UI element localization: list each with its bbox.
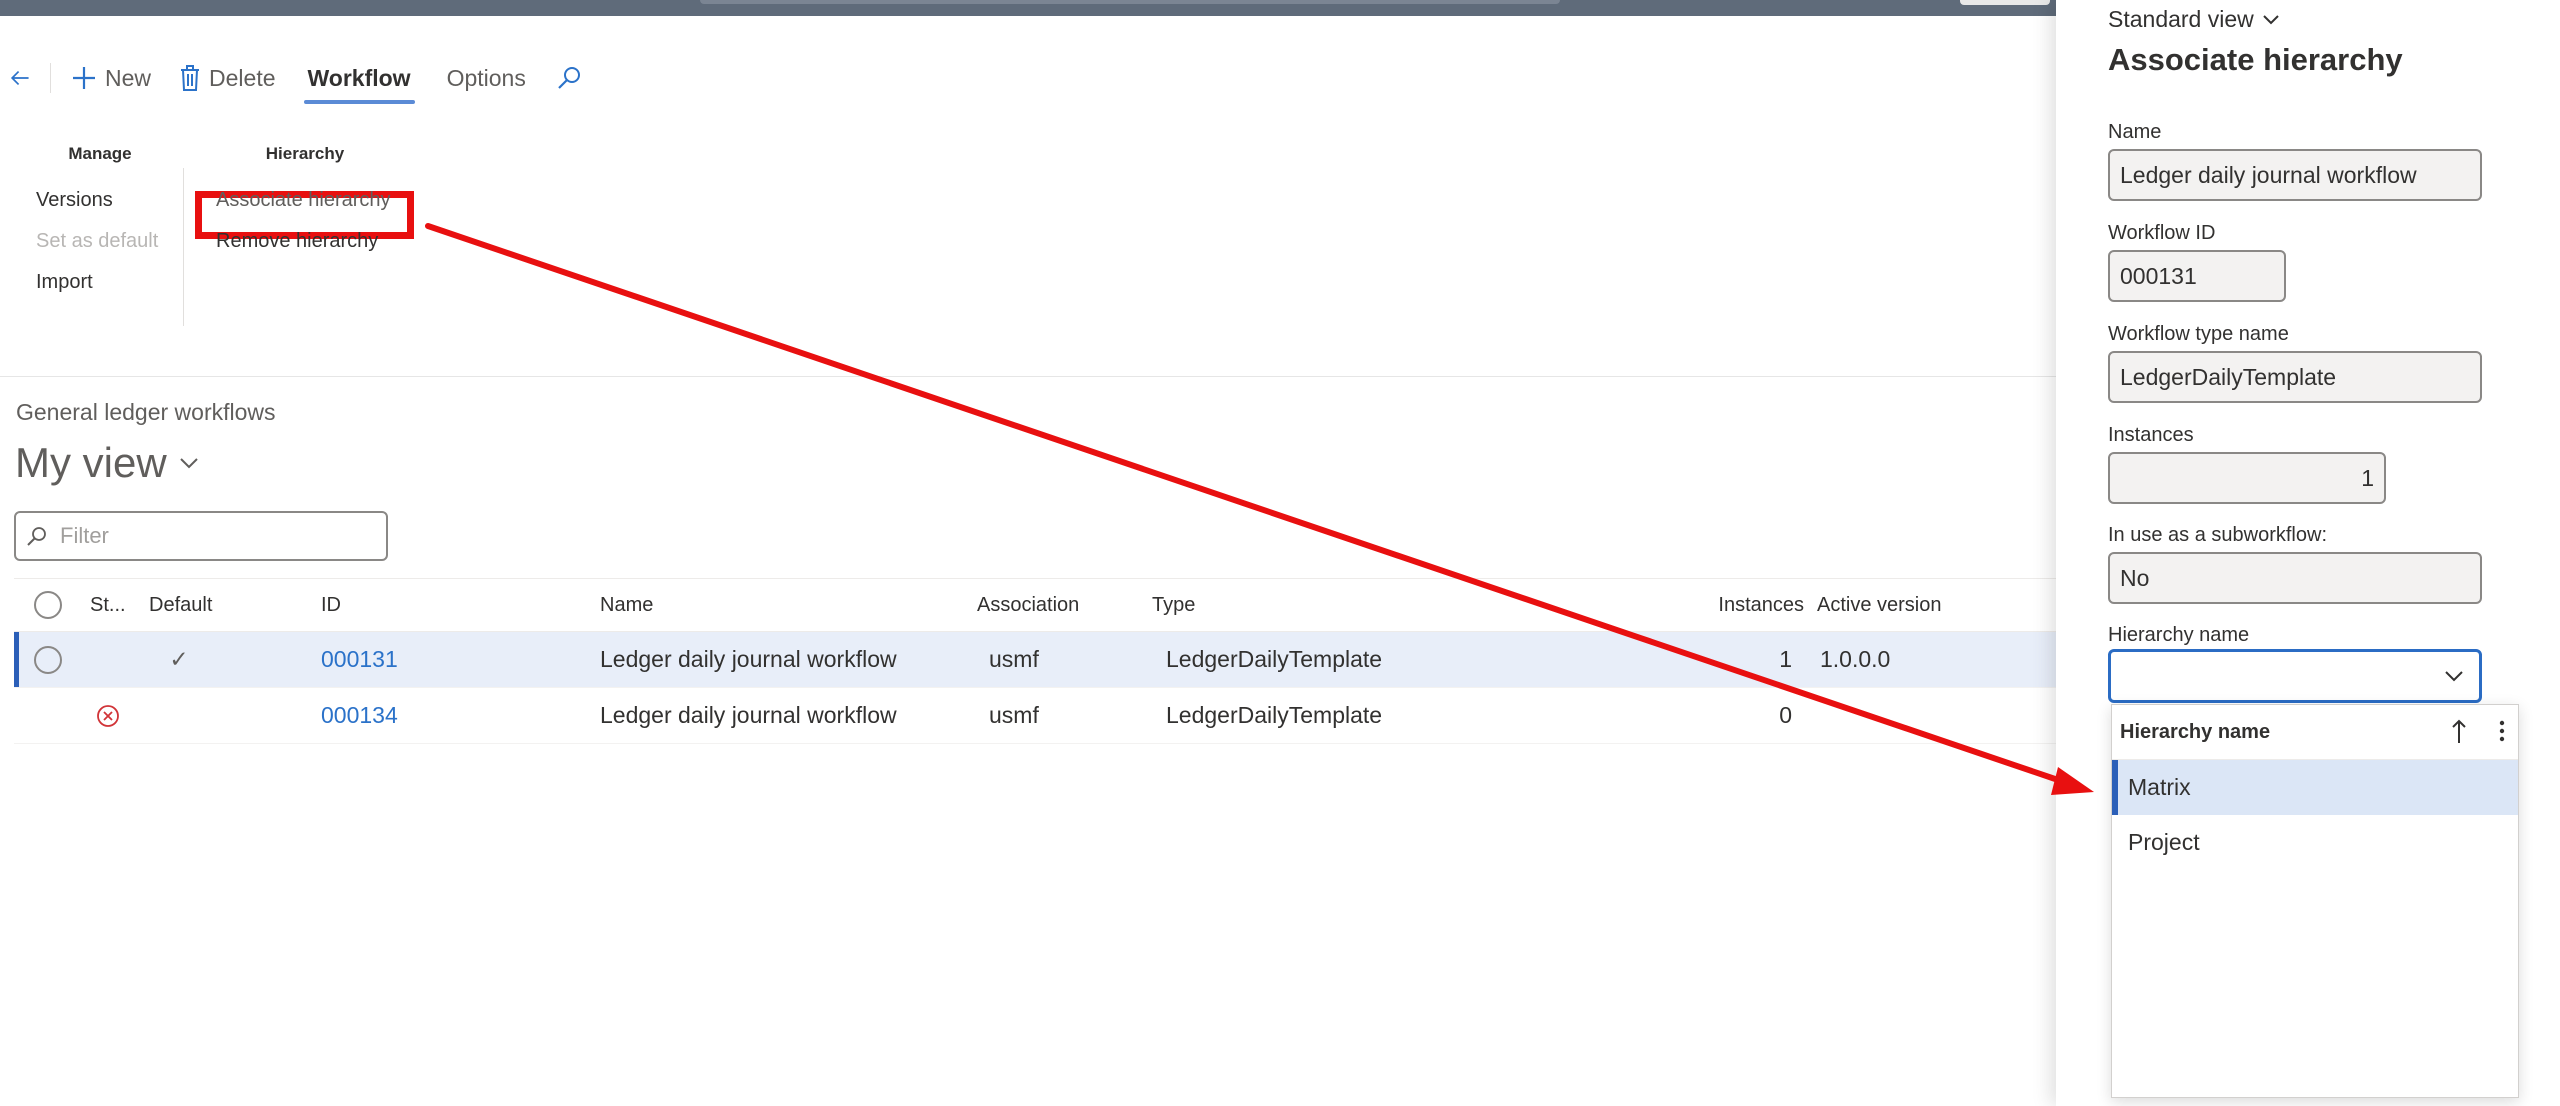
lookup-header: Hierarchy name <box>2112 705 2518 760</box>
action-pane: New Delete Workflow Options Manage Versi… <box>0 16 2056 377</box>
row-type: LedgerDailyTemplate <box>1166 646 1383 672</box>
grid-header: St... Default ID Name Association Type I… <box>14 578 2056 632</box>
col-association-header[interactable]: Association <box>977 579 1079 631</box>
group-divider <box>183 168 184 326</box>
top-bar-button[interactable] <box>1960 0 2050 5</box>
global-search-bar[interactable] <box>700 0 1560 4</box>
lookup-column-header[interactable]: Hierarchy name <box>2120 721 2270 744</box>
workflow-type-field[interactable]: LedgerDailyTemplate <box>2108 351 2482 403</box>
chevron-down-icon <box>179 458 198 469</box>
workflow-list-page: General ledger workflows My view St... D… <box>0 377 2056 1106</box>
col-status-header[interactable]: St... <box>90 579 126 631</box>
table-row[interactable]: ✓ 000131 Ledger daily journal workflow u… <box>14 632 2056 688</box>
search-icon <box>27 527 46 546</box>
col-default-header[interactable]: Default <box>149 579 212 631</box>
group-hierarchy-title: Hierarchy <box>265 144 345 163</box>
row-id-link[interactable]: 000134 <box>321 688 398 743</box>
table-row[interactable]: 000134 Ledger daily journal workflow usm… <box>14 688 2056 744</box>
error-status-icon <box>96 688 120 743</box>
workflow-grid: St... Default ID Name Association Type I… <box>14 578 2056 744</box>
more-options-icon[interactable] <box>2496 717 2508 745</box>
lookup-option-project[interactable]: Project <box>2112 815 2518 870</box>
new-button[interactable]: New <box>57 54 165 102</box>
associate-hierarchy-button[interactable]: Associate hierarchy <box>210 180 400 221</box>
select-all-checkbox[interactable] <box>34 579 62 631</box>
view-name: My view <box>15 439 167 486</box>
name-label: Name <box>2108 121 2162 143</box>
row-association: usmf <box>989 646 1039 672</box>
trash-icon <box>181 65 200 91</box>
subworkflow-field[interactable]: No <box>2108 552 2482 604</box>
row-name: Ledger daily journal workflow <box>600 646 897 672</box>
col-id-header[interactable]: ID <box>321 579 341 631</box>
view-selector[interactable]: My view <box>15 439 199 487</box>
chevron-down-icon <box>2445 671 2463 682</box>
col-instances-header[interactable]: Instances <box>1614 579 1804 631</box>
tab-workflow[interactable]: Workflow <box>290 54 429 104</box>
col-name-header[interactable]: Name <box>600 579 653 631</box>
toolbar-divider <box>50 63 51 93</box>
tab-options[interactable]: Options <box>429 54 544 102</box>
group-hierarchy: Hierarchy Associate hierarchy Remove hie… <box>210 144 400 262</box>
page-caption: General ledger workflows <box>16 399 276 425</box>
set-as-default-button[interactable]: Set as default <box>30 221 170 262</box>
action-pane-toolbar: New Delete Workflow Options <box>0 54 594 104</box>
versions-button[interactable]: Versions <box>30 180 170 221</box>
back-button[interactable] <box>0 54 44 102</box>
chevron-down-icon <box>2263 14 2279 24</box>
import-button[interactable]: Import <box>30 262 170 303</box>
hierarchy-name-label: Hierarchy name <box>2108 624 2250 646</box>
default-check-icon: ✓ <box>169 646 189 672</box>
new-button-label: New <box>105 64 152 91</box>
row-type: LedgerDailyTemplate <box>1166 702 1383 728</box>
row-id-link[interactable]: 000131 <box>321 632 398 687</box>
delete-button-label: Delete <box>209 64 276 91</box>
error-circle-icon <box>97 704 119 727</box>
col-type-header[interactable]: Type <box>1152 579 1195 631</box>
row-name: Ledger daily journal workflow <box>600 702 897 728</box>
sort-ascending-icon[interactable] <box>2450 717 2468 745</box>
name-field[interactable]: Ledger daily journal workflow <box>2108 149 2482 201</box>
delete-button[interactable]: Delete <box>165 54 289 102</box>
filter-field[interactable] <box>14 511 388 561</box>
row-select-radio[interactable] <box>34 632 62 687</box>
standard-view-label: Standard view <box>2108 6 2254 32</box>
remove-hierarchy-button[interactable]: Remove hierarchy <box>210 221 400 262</box>
row-radio[interactable] <box>34 645 62 674</box>
search-button[interactable] <box>544 54 594 102</box>
filter-input[interactable] <box>58 522 362 550</box>
instances-field[interactable]: 1 <box>2108 452 2386 504</box>
associate-hierarchy-panel: Standard view Associate hierarchy Name L… <box>2056 0 2560 1106</box>
instances-label: Instances <box>2108 424 2194 446</box>
lookup-option-matrix[interactable]: Matrix <box>2112 760 2518 815</box>
subworkflow-label: In use as a subworkflow: <box>2108 524 2327 546</box>
workflow-id-field[interactable]: 000131 <box>2108 250 2286 302</box>
row-instances: 0 <box>1779 702 1792 728</box>
panel-title: Associate hierarchy <box>2108 42 2403 77</box>
row-instances: 1 <box>1779 646 1792 672</box>
row-association: usmf <box>989 702 1039 728</box>
row-active-version: 1.0.0.0 <box>1820 646 1891 672</box>
workflow-id-label: Workflow ID <box>2108 222 2216 244</box>
select-all-radio[interactable] <box>34 591 62 619</box>
standard-view-selector[interactable]: Standard view <box>2108 6 2280 33</box>
back-arrow-icon <box>10 70 29 86</box>
col-active-version-header[interactable]: Active version <box>1817 579 1942 631</box>
search-icon <box>558 67 580 89</box>
hierarchy-name-select[interactable] <box>2108 649 2482 703</box>
group-manage-title: Manage <box>68 144 132 163</box>
workflow-type-label: Workflow type name <box>2108 323 2289 345</box>
hierarchy-name-lookup: Hierarchy name Matrix Project <box>2111 704 2519 1098</box>
plus-icon <box>73 67 95 89</box>
group-manage: Manage Versions Set as default Import <box>30 144 170 303</box>
